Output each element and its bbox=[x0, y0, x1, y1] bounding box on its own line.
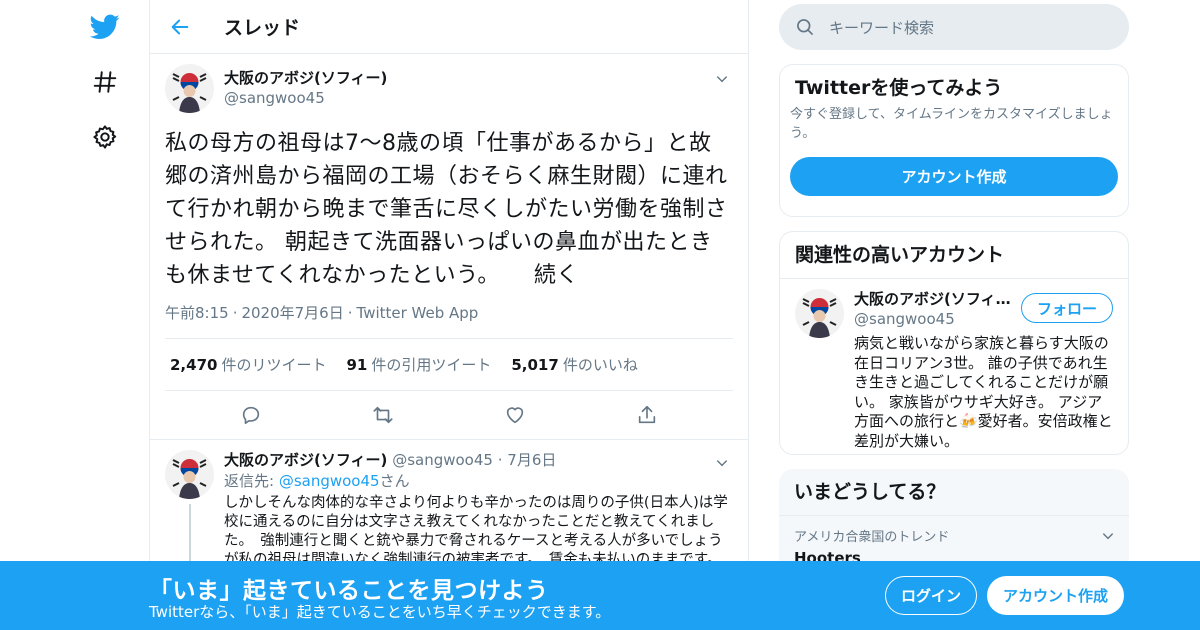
signup-banner: 「いま」起きていることを見つけよう Twitterなら、「いま」起きていることを… bbox=[0, 561, 1200, 630]
search-icon bbox=[797, 19, 813, 35]
reply-author-name[interactable]: 大阪のアボジ(ソフィー) bbox=[224, 451, 387, 469]
reply-to-handle[interactable]: @sangwoo45 bbox=[279, 472, 380, 490]
related-account[interactable]: 大阪のアボジ(ソフィー) @sangwoo45 病気と戦いながら家族と暮らす大阪… bbox=[780, 279, 1128, 454]
login-button[interactable]: ログイン bbox=[885, 576, 977, 615]
retweet-count[interactable]: 2,470 件のリツイート bbox=[170, 354, 326, 375]
tweet-actions bbox=[165, 391, 733, 439]
reply-icon bbox=[242, 406, 260, 425]
related-accounts-title: 関連性の高いアカウント bbox=[780, 232, 1128, 279]
page-header: スレッド bbox=[150, 0, 748, 54]
related-avatar[interactable] bbox=[795, 289, 844, 338]
quote-count[interactable]: 91 件の引用ツイート bbox=[346, 354, 491, 375]
reply-tweet[interactable]: 大阪のアボジ(ソフィー) @sangwoo45 · 7月6日 返信先: @san… bbox=[150, 440, 748, 604]
twitter-logo-icon[interactable] bbox=[90, 12, 120, 42]
reply-text: しかしそんな肉体的な辛さより何よりも辛かったのは周りの子供(日本人)は学校に通え… bbox=[224, 495, 728, 568]
avatar[interactable] bbox=[165, 64, 214, 113]
author-name[interactable]: 大阪のアボジ(ソフィー) bbox=[224, 68, 387, 88]
reply-menu-button[interactable] bbox=[711, 452, 733, 474]
left-nav bbox=[80, 0, 140, 630]
chevron-down-icon bbox=[1102, 533, 1114, 540]
like-count[interactable]: 5,017 件のいいね bbox=[511, 354, 637, 375]
tweet-menu-button[interactable] bbox=[711, 68, 733, 90]
tweet-meta: 午前8:15 · 2020年7月6日 · Twitter Web App bbox=[165, 302, 733, 339]
signup-card: Twitterを使ってみよう 今すぐ登録して、タイムラインをカスタマイズしましょ… bbox=[779, 64, 1129, 217]
trend-context: アメリカ合衆国のトレンド bbox=[794, 530, 950, 545]
share-icon bbox=[638, 405, 656, 424]
reply-author-handle[interactable]: @sangwoo45 bbox=[392, 451, 493, 469]
related-accounts-card: 関連性の高いアカウント 大阪のアボジ(ソフィー) @sangwoo45 病気と戦… bbox=[779, 231, 1129, 455]
chevron-down-icon bbox=[716, 460, 728, 467]
back-arrow-icon bbox=[171, 19, 189, 34]
banner-title: 「いま」起きていることを見つけよう bbox=[149, 578, 549, 604]
reply-to: 返信先: @sangwoo45さん bbox=[224, 472, 410, 490]
author-handle[interactable]: @sangwoo45 bbox=[224, 88, 387, 108]
hashtag-icon[interactable] bbox=[90, 67, 120, 97]
reply-date[interactable]: 7月6日 bbox=[507, 451, 556, 469]
tweet-source[interactable]: Twitter Web App bbox=[357, 304, 479, 322]
reply-button[interactable] bbox=[233, 397, 269, 433]
page-title: スレッド bbox=[224, 17, 301, 39]
tweet-stats: 2,470 件のリツイート 91 件の引用ツイート 5,017 件のいいね bbox=[165, 339, 733, 391]
right-sidebar: キーワード検索 Twitterを使ってみよう 今すぐ登録して、タイムラインをカス… bbox=[779, 0, 1129, 589]
search-placeholder: キーワード検索 bbox=[829, 18, 935, 37]
create-account-button[interactable]: アカウント作成 bbox=[790, 157, 1118, 196]
related-bio: 病気と戦いながら家族と暮らす大阪の在日コリアン3世。 誰の子供であれ生き生きと過… bbox=[854, 334, 1113, 450]
retweet-icon bbox=[373, 406, 393, 424]
banner-signup-button[interactable]: アカウント作成 bbox=[987, 576, 1124, 615]
search-input[interactable]: キーワード検索 bbox=[779, 4, 1129, 50]
trends-title: いまどうしてる？ bbox=[779, 469, 1129, 516]
main-tweet: 大阪のアボジ(ソフィー) @sangwoo45 私の母方の祖母は7～8歳の頃「仕… bbox=[150, 54, 748, 440]
tweet-time[interactable]: 午前8:15 bbox=[165, 304, 229, 322]
share-button[interactable] bbox=[629, 397, 665, 433]
tweet-text: 私の母方の祖母は7～8歳の頃「仕事があるから」と故郷の済州島から福岡の工場（おそ… bbox=[165, 131, 728, 288]
related-name[interactable]: 大阪のアボジ(ソフィー) bbox=[854, 289, 1014, 309]
reply-avatar[interactable] bbox=[165, 450, 214, 499]
retweet-button[interactable] bbox=[365, 397, 401, 433]
tweet-date[interactable]: 2020年7月6日 bbox=[241, 304, 343, 322]
main-column: スレッド 大阪のアボジ(ソフィー) @sangwoo45 私の母方の祖母は7～8… bbox=[149, 0, 749, 630]
gear-icon[interactable] bbox=[90, 122, 120, 152]
follow-button[interactable]: フォロー bbox=[1021, 293, 1113, 323]
heart-icon bbox=[506, 407, 524, 424]
trend-menu-button[interactable] bbox=[1101, 528, 1115, 547]
chevron-down-icon bbox=[716, 76, 728, 83]
banner-subtitle: Twitterなら、「いま」起きていることをいち早くチェックできます。 bbox=[149, 603, 611, 621]
signup-card-desc: 今すぐ登録して、タイムラインをカスタマイズしましょう。 bbox=[790, 107, 1113, 141]
back-button[interactable] bbox=[150, 0, 210, 54]
like-button[interactable] bbox=[497, 397, 533, 433]
